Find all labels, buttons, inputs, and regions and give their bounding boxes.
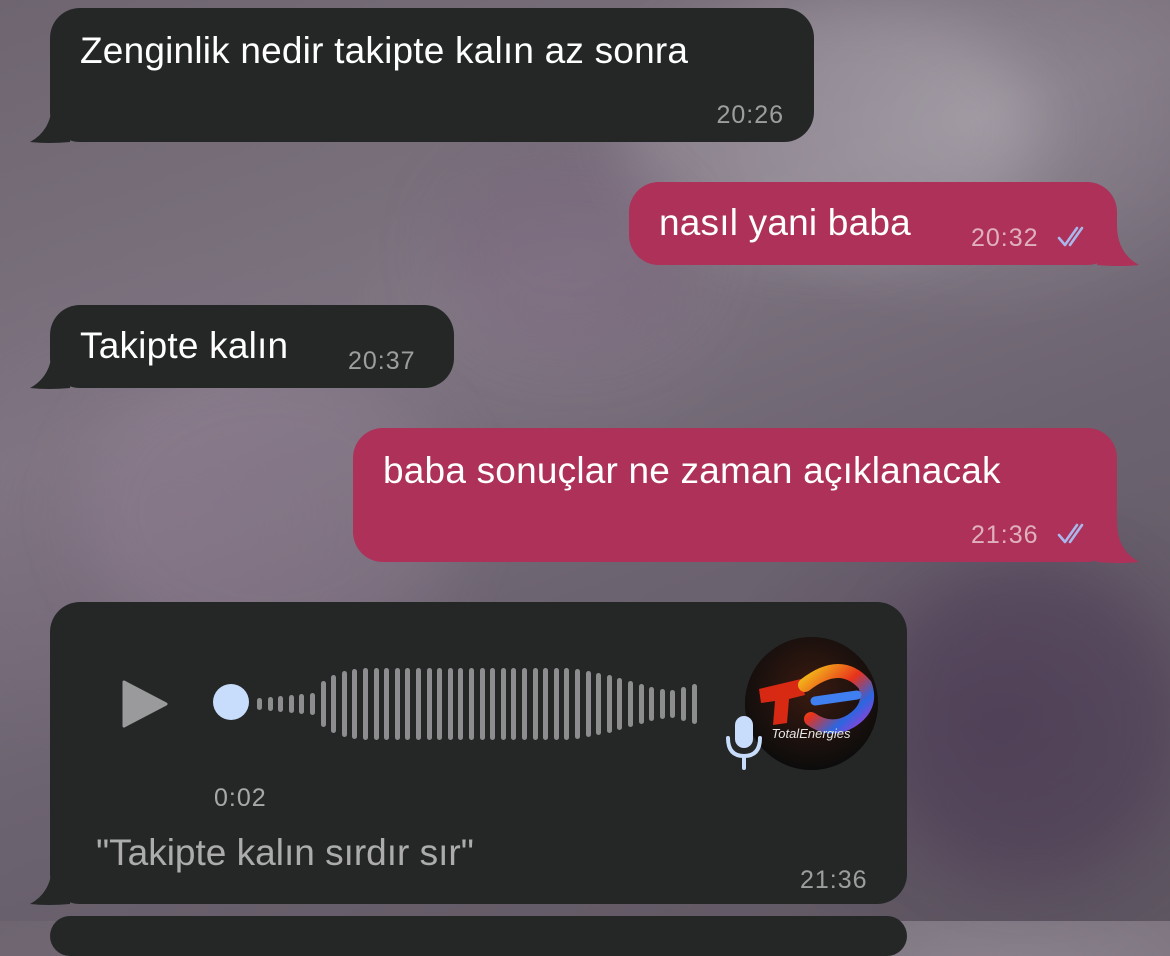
bubble-tail bbox=[1097, 522, 1139, 563]
message-bubble-outgoing[interactable]: nasıl yani baba 20:32 bbox=[629, 182, 1117, 265]
avatar-logo-text: TotalEnergies bbox=[771, 726, 851, 741]
message-bubble-incoming[interactable]: Takipte kalın 20:37 bbox=[50, 305, 454, 388]
waveform-bar bbox=[405, 668, 411, 740]
waveform-bar bbox=[691, 684, 697, 724]
message-text: Takipte kalın bbox=[80, 325, 289, 366]
message-text: nasıl yani baba bbox=[659, 202, 911, 243]
bubble-tail bbox=[30, 864, 70, 905]
bubble-tail bbox=[1097, 225, 1139, 266]
waveform-bar bbox=[532, 668, 538, 740]
message-text: baba sonuçlar ne zaman açıklanacak bbox=[383, 450, 1001, 491]
waveform-bar bbox=[596, 673, 602, 735]
read-checks-icon bbox=[1057, 226, 1084, 247]
waveform-bar bbox=[373, 668, 379, 740]
play-icon[interactable] bbox=[122, 680, 168, 728]
waveform-bar bbox=[617, 678, 623, 730]
waveform-bar bbox=[447, 668, 453, 740]
voice-message-bubble[interactable]: 0:02 TotalEnergies "Takipte kalın sırdır… bbox=[50, 602, 907, 904]
waveform-bar bbox=[670, 690, 676, 718]
waveform-bar bbox=[384, 668, 390, 740]
waveform-bar bbox=[553, 668, 559, 740]
waveform-bar bbox=[278, 696, 284, 712]
message-bubble-incoming[interactable]: Zenginlik nedir takipte kalın az sonra 2… bbox=[50, 8, 814, 142]
message-time: 20:32 bbox=[971, 224, 1039, 252]
waveform-bar bbox=[426, 668, 432, 740]
bubble-tail bbox=[30, 102, 70, 143]
waveform-bar bbox=[628, 681, 633, 727]
waveform-bar bbox=[363, 668, 368, 740]
waveform-bar bbox=[267, 697, 273, 711]
message-time: 21:36 bbox=[971, 521, 1039, 549]
waveform-bar bbox=[585, 671, 591, 737]
microphone-icon bbox=[726, 716, 762, 770]
waveform-bar bbox=[511, 668, 517, 740]
message-time: 20:37 bbox=[348, 347, 416, 375]
message-bubble-incoming[interactable] bbox=[50, 916, 907, 956]
waveform[interactable] bbox=[213, 664, 697, 744]
waveform-bar bbox=[543, 668, 549, 740]
waveform-bar bbox=[500, 668, 506, 740]
waveform-bar bbox=[564, 668, 570, 740]
waveform-bar bbox=[490, 668, 496, 740]
waveform-bar bbox=[575, 669, 580, 739]
waveform-bar bbox=[681, 687, 686, 721]
wallpaper-shape bbox=[880, 560, 1170, 880]
waveform-bar bbox=[331, 675, 337, 733]
waveform-bar bbox=[288, 695, 294, 713]
waveform-bar bbox=[320, 681, 326, 727]
voice-transcript: "Takipte kalın sırdır sır" bbox=[96, 832, 474, 873]
waveform-bar bbox=[299, 694, 305, 714]
waveform-bar bbox=[341, 671, 347, 737]
waveform-bar bbox=[437, 668, 443, 740]
waveform-bar bbox=[522, 668, 527, 740]
message-bubble-outgoing[interactable]: baba sonuçlar ne zaman açıklanacak 21:36 bbox=[353, 428, 1117, 562]
playhead-dot[interactable] bbox=[213, 684, 249, 720]
waveform-bar bbox=[310, 693, 315, 715]
waveform-bar bbox=[416, 668, 421, 740]
waveform-bar bbox=[659, 689, 665, 719]
message-text: Zenginlik nedir takipte kalın az sonra bbox=[80, 30, 689, 71]
waveform-bar bbox=[257, 698, 262, 710]
waveform-bar bbox=[352, 669, 358, 739]
waveform-bar bbox=[458, 668, 464, 740]
waveform-bar bbox=[649, 687, 655, 721]
bubble-tail bbox=[30, 348, 70, 389]
voice-duration: 0:02 bbox=[214, 784, 267, 812]
waveform-bar bbox=[638, 684, 644, 724]
waveform-bar bbox=[394, 668, 400, 740]
message-time: 20:26 bbox=[716, 101, 784, 129]
waveform-bar bbox=[479, 668, 485, 740]
waveform-bar bbox=[469, 668, 474, 740]
avatar-logo-image: TotalEnergies bbox=[745, 637, 878, 770]
waveform-bar bbox=[606, 675, 612, 733]
message-time: 21:36 bbox=[800, 866, 868, 894]
read-checks-icon bbox=[1057, 523, 1084, 544]
avatar[interactable]: TotalEnergies bbox=[745, 637, 878, 770]
